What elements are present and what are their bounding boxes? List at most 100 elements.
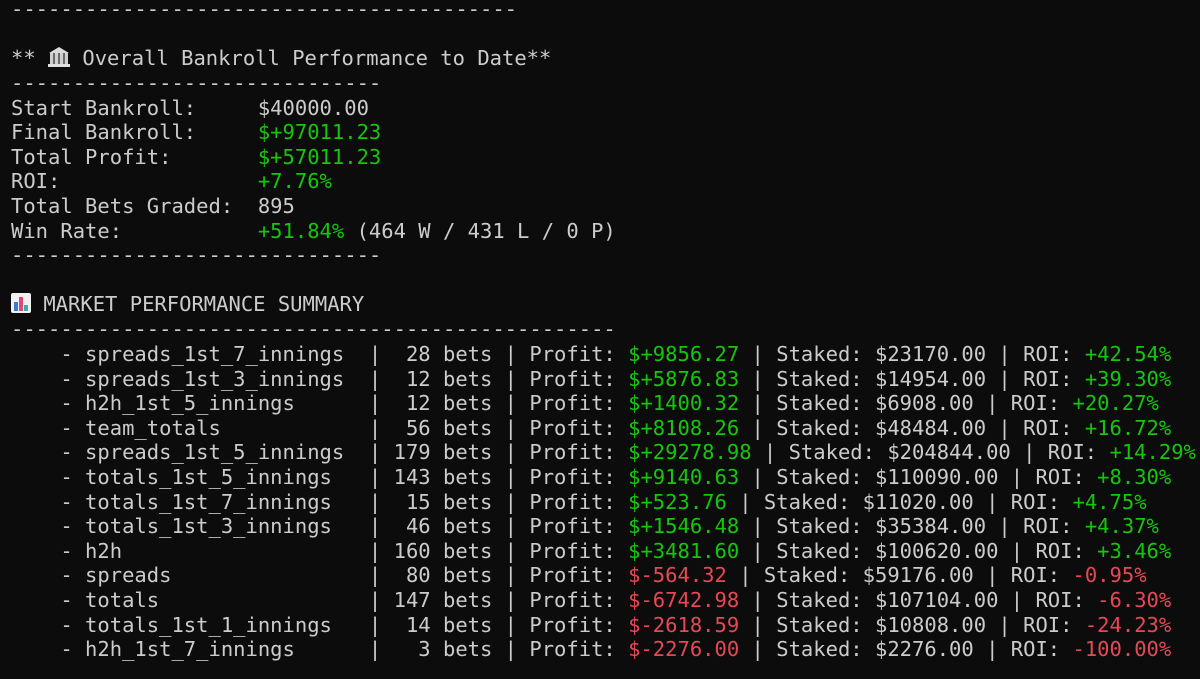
market-name: - team_totals — [11, 415, 369, 440]
separator: | — [739, 391, 777, 416]
staked-label: Staked: — [776, 514, 875, 539]
market-row: - spreads_1st_3_innings | 12 bets | Prof… — [11, 367, 1171, 392]
separator: | — [492, 465, 530, 489]
bankroll-value: +51.84% — [257, 218, 345, 243]
bankroll-label: Total Profit: — [11, 144, 258, 169]
market-row: - spreads_1st_7_innings | 28 bets | Prof… — [11, 342, 1171, 367]
market-name: - spreads_1st_3_innings — [11, 366, 369, 391]
roi-label: ROI: — [1010, 489, 1073, 514]
roi-label: ROI: — [1023, 514, 1085, 539]
separator: | — [986, 366, 1024, 391]
market-name: - spreads_1st_7_innings — [11, 342, 369, 366]
separator: | — [739, 342, 777, 366]
roi-value: +8.30% — [1097, 465, 1172, 489]
profit-value: $-2618.59 — [628, 612, 740, 637]
bankroll-value: $40000.00 — [257, 95, 369, 120]
staked-value: $35384.00 — [875, 514, 987, 539]
market-heading: MARKET PERFORMANCE SUMMARY — [11, 292, 364, 317]
profit-label: Profit: — [529, 612, 629, 637]
profit-value: $+523.76 — [628, 489, 727, 514]
market-row: - team_totals | 56 bets | Profit: $+8108… — [11, 416, 1171, 441]
roi-label: ROI: — [1035, 538, 1098, 563]
roi-label: ROI: — [1035, 588, 1098, 612]
market-row: - totals_1st_5_innings | 143 bets | Prof… — [11, 465, 1171, 490]
staked-label: Staked: — [776, 415, 875, 440]
staked-value: $48484.00 — [875, 415, 987, 440]
roi-value: -24.23% — [1084, 612, 1172, 637]
separator: | — [998, 465, 1036, 489]
bankroll-label: ROI: — [11, 169, 258, 194]
profit-value: $+8108.26 — [628, 415, 740, 440]
bet-count: | 14 bets — [368, 612, 493, 637]
separator: | — [492, 612, 530, 637]
profit-label: Profit: — [529, 391, 629, 416]
heading-text: MARKET PERFORMANCE SUMMARY — [31, 292, 365, 316]
staked-label: Staked: — [776, 637, 875, 662]
separator: | — [973, 489, 1011, 514]
bet-count: | 80 bets — [368, 563, 493, 588]
staked-value: $107104.00 — [875, 588, 999, 612]
staked-label: Staked: — [776, 465, 875, 489]
market-name: - h2h_1st_5_innings — [11, 391, 369, 416]
staked-label: Staked: — [763, 489, 863, 514]
bet-count: | 3 bets — [368, 637, 493, 662]
staked-label: Staked: — [776, 366, 875, 391]
roi-label: ROI: — [1010, 391, 1073, 416]
bankroll-label: Start Bankroll: — [11, 95, 258, 120]
market-row: - h2h_1st_7_innings | 3 bets | Profit: $… — [11, 637, 1171, 662]
terminal-window[interactable]: ------------------------------ ----------… — [0, 0, 1200, 679]
bankroll-value: 895 — [257, 193, 295, 218]
bankroll-label: Final Bankroll: — [11, 120, 258, 145]
separator-line: ----------------------------------------… — [11, 0, 518, 21]
separator: | — [739, 637, 777, 662]
profit-label: Profit: — [529, 637, 629, 662]
separator: | — [973, 391, 1011, 416]
separator: | — [492, 415, 530, 440]
separator: | — [986, 612, 1024, 637]
profit-label: Profit: — [529, 440, 629, 465]
bankroll-row: Start Bankroll: $40000.00 — [11, 96, 369, 121]
profit-value: $+9140.63 — [628, 465, 740, 489]
market-row: - totals_1st_1_innings | 14 bets | Profi… — [11, 613, 1171, 638]
profit-label: Profit: — [529, 342, 629, 366]
separator: | — [986, 415, 1024, 440]
market-row: - totals_1st_3_innings | 46 bets | Profi… — [11, 514, 1159, 539]
profit-label: Profit: — [529, 366, 629, 391]
staked-value: $59176.00 — [862, 563, 974, 588]
separator: | — [751, 440, 789, 465]
staked-value: $6908.00 — [875, 391, 974, 416]
separator: | — [986, 342, 1024, 366]
bet-count: | 46 bets — [368, 514, 493, 539]
separator: | — [726, 489, 764, 514]
roi-label: ROI: — [1023, 366, 1085, 391]
staked-value: $10808.00 — [875, 612, 987, 637]
roi-value: +16.72% — [1084, 415, 1172, 440]
roi-value: +4.75% — [1072, 489, 1147, 514]
staked-label: Staked: — [776, 588, 875, 612]
bet-count: | 147 bets — [368, 588, 493, 612]
roi-value: +20.27% — [1072, 391, 1159, 416]
separator: | — [492, 637, 530, 662]
staked-label: Staked: — [776, 391, 875, 416]
profit-label: Profit: — [529, 588, 629, 612]
bet-count: | 143 bets — [368, 465, 493, 489]
separator: | — [998, 538, 1036, 563]
bankroll-suffix: (464 W / 431 L / 0 P) — [344, 218, 616, 243]
staked-value: $14954.00 — [875, 366, 987, 391]
bankroll-row: Final Bankroll: $+97011.23 — [11, 120, 381, 145]
profit-label: Profit: — [529, 514, 629, 539]
bankroll-value: $+57011.23 — [257, 144, 382, 169]
market-row: - h2h | 160 bets | Profit: $+3481.60 | S… — [11, 539, 1171, 564]
roi-value: +14.29% — [1109, 440, 1196, 465]
bankroll-value: $+97011.23 — [257, 120, 382, 145]
bankroll-row: Win Rate: +51.84% (464 W / 431 L / 0 P) — [11, 219, 616, 244]
roi-value: -100.00% — [1072, 637, 1172, 662]
market-name: - totals_1st_7_innings — [11, 489, 369, 514]
profit-value: $+5876.83 — [628, 366, 740, 391]
heading-text: Overall Bankroll Performance to Date** — [70, 46, 552, 70]
market-name: - h2h — [11, 538, 369, 563]
separator: | — [492, 563, 530, 588]
bar-chart-icon — [11, 293, 31, 313]
separator: | — [739, 415, 777, 440]
roi-label: ROI: — [1035, 465, 1098, 489]
